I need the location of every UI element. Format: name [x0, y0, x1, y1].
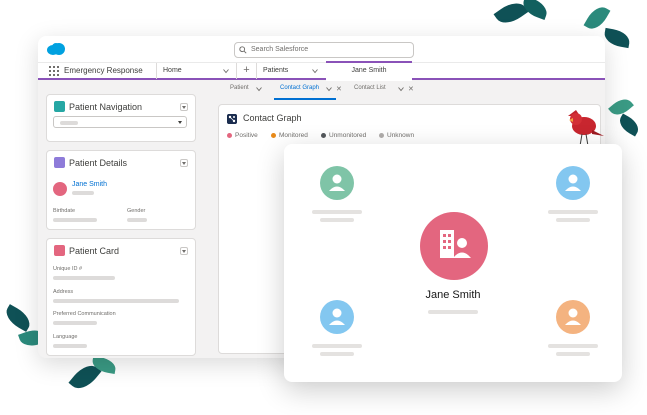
card-menu-button[interactable]: [180, 103, 188, 111]
legend-monitored: Monitored: [271, 132, 308, 139]
record-subtabs: Patient Contact Graph ✕ Contact List ✕: [212, 82, 605, 100]
person-icon: [320, 166, 354, 200]
legend-label: Positive: [235, 132, 258, 139]
close-icon[interactable]: ✕: [408, 85, 414, 93]
contact-node-top-right[interactable]: [556, 166, 590, 200]
chevron-down-icon[interactable]: [326, 86, 332, 92]
placeholder-bar: [53, 321, 97, 325]
search-icon: [239, 46, 247, 54]
tab-patients[interactable]: Patients: [256, 63, 326, 79]
card-title: Patient Navigation: [69, 102, 143, 112]
legend-dot: [271, 133, 276, 138]
legend-label: Monitored: [279, 132, 308, 139]
tab-label: Jane Smith: [351, 67, 387, 74]
placeholder-bar: [320, 352, 354, 356]
field-label: Preferred Communication: [53, 311, 116, 317]
card-title: Patient Details: [69, 158, 128, 168]
legend-dot: [321, 133, 326, 138]
global-header: Search Salesforce: [38, 36, 605, 62]
tab-home[interactable]: Home: [156, 63, 236, 79]
patient-details-card: Patient Details Jane Smith Birthdate Gen…: [46, 150, 196, 230]
card-title: Patient Card: [69, 246, 120, 256]
navigation-select[interactable]: [53, 116, 187, 128]
contact-node-top-left[interactable]: [320, 166, 354, 200]
subtab-patient[interactable]: Patient: [230, 85, 249, 91]
navigation-icon: [54, 101, 65, 112]
placeholder-bar: [53, 344, 87, 348]
field-label: Unique ID #: [53, 266, 83, 272]
person-icon: [556, 166, 590, 200]
person-icon: [320, 300, 354, 334]
legend-label: Unknown: [387, 132, 415, 139]
close-icon[interactable]: ✕: [336, 85, 342, 93]
subtab-contact-list[interactable]: Contact List: [354, 85, 386, 91]
legend-positive: Positive: [227, 132, 258, 139]
placeholder-bar: [72, 191, 94, 195]
placeholder-bar: [53, 299, 179, 303]
field-label: Address: [53, 289, 74, 295]
field-label: Birthdate: [53, 208, 76, 214]
tab-jane-smith[interactable]: Jane Smith: [326, 61, 412, 81]
legend-unknown: Unknown: [379, 132, 414, 139]
app-launcher-icon[interactable]: [49, 66, 59, 76]
app-navbar: Emergency Response Home + Patients Jane …: [38, 61, 605, 81]
chevron-down-icon[interactable]: [223, 68, 229, 74]
center-node-name: Jane Smith: [425, 289, 481, 301]
leaf-decoration: [602, 27, 632, 49]
contact-node-bottom-right[interactable]: [556, 300, 590, 334]
person-icon: [556, 300, 590, 334]
search-placeholder: Search Salesforce: [251, 46, 309, 53]
patient-navigation-card: Patient Navigation: [46, 94, 196, 142]
legend-label: Unmonitored: [329, 132, 367, 139]
search-input[interactable]: Search Salesforce: [234, 42, 414, 58]
placeholder-bar: [53, 218, 97, 222]
chevron-down-icon[interactable]: [256, 86, 262, 92]
placeholder-bar: [312, 344, 362, 348]
chevron-down-icon[interactable]: [398, 86, 404, 92]
card-menu-button[interactable]: [180, 159, 188, 167]
card-menu-button[interactable]: [180, 247, 188, 255]
placeholder-bar: [556, 218, 590, 222]
building-person-icon: [420, 212, 488, 280]
leaf-decoration: [1, 304, 35, 332]
graph-title: Contact Graph: [243, 113, 302, 123]
legend-dot: [379, 133, 384, 138]
field-label: Gender: [127, 208, 146, 214]
placeholder-bar: [556, 352, 590, 356]
graph-icon: [227, 114, 237, 124]
center-node[interactable]: [420, 212, 488, 280]
placeholder-bar: [320, 218, 354, 222]
tab-label: Home: [163, 67, 182, 74]
placeholder-bar: [312, 210, 362, 214]
legend-dot: [227, 133, 232, 138]
contact-node-bottom-left[interactable]: [320, 300, 354, 334]
app-name: Emergency Response: [64, 66, 143, 75]
chevron-down-icon[interactable]: [312, 68, 318, 74]
patient-name-link[interactable]: Jane Smith: [72, 181, 107, 188]
tab-label: Patients: [263, 67, 289, 74]
heart-icon: [54, 245, 65, 256]
placeholder-bar: [53, 276, 115, 280]
placeholder-bar: [548, 344, 598, 348]
contact-graph-popup: Jane Smith: [284, 144, 622, 382]
avatar: [53, 182, 67, 196]
placeholder-bar: [60, 121, 78, 125]
legend-unmonitored: Unmonitored: [321, 132, 366, 139]
placeholder-bar: [127, 218, 147, 222]
salesforce-cloud-icon: [47, 43, 65, 55]
placeholder-bar: [548, 210, 598, 214]
active-subtab-indicator: [274, 98, 336, 100]
field-label: Language: [53, 334, 78, 340]
add-tab-button[interactable]: +: [236, 63, 256, 79]
subtab-contact-graph[interactable]: Contact Graph: [280, 85, 319, 91]
person-icon: [54, 157, 65, 168]
patient-card: Patient Card Unique ID # Address Preferr…: [46, 238, 196, 356]
placeholder-bar: [428, 310, 478, 314]
leaf-decoration: [615, 113, 643, 137]
